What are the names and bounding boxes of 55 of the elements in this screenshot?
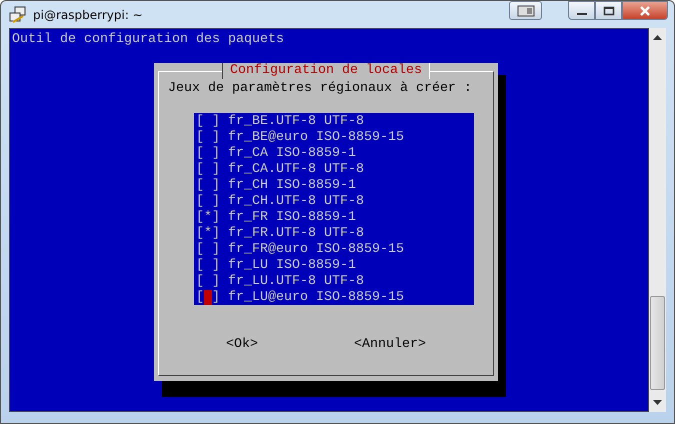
- dialog-prompt: Jeux de paramètres régionaux à créer :: [167, 80, 473, 97]
- scrollbar[interactable]: [649, 28, 666, 412]
- checkbox[interactable]: [ ]: [196, 162, 220, 177]
- locale-item[interactable]: [ ] fr_CH.UTF-8 UTF-8: [194, 194, 474, 210]
- checkbox[interactable]: [*]: [196, 226, 220, 241]
- close-button[interactable]: [622, 1, 668, 20]
- checkbox[interactable]: [ ]: [196, 258, 220, 273]
- maximize-button[interactable]: [595, 1, 622, 20]
- scroll-up-icon[interactable]: [653, 34, 662, 40]
- locale-item[interactable]: [*] fr_FR ISO-8859-1: [194, 210, 474, 226]
- locale-label: fr_LU@euro ISO-8859-15: [228, 290, 404, 305]
- locale-item[interactable]: [ ] fr_LU.UTF-8 UTF-8: [194, 274, 474, 290]
- locale-label: fr_CA ISO-8859-1: [228, 146, 356, 161]
- checkbox[interactable]: [ ]: [196, 178, 220, 193]
- checkbox[interactable]: [ ]: [196, 290, 220, 305]
- locale-label: fr_LU ISO-8859-1: [228, 258, 356, 273]
- checkbox[interactable]: [ ]: [196, 146, 220, 161]
- scroll-thumb[interactable]: [650, 296, 665, 390]
- locale-label: fr_FR.UTF-8 UTF-8: [228, 226, 364, 241]
- window-title: pi@raspberrypi: ~: [33, 8, 143, 22]
- window-option-icon: [516, 4, 534, 16]
- locale-label: fr_BE@euro ISO-8859-15: [228, 130, 404, 145]
- locale-label: fr_LU.UTF-8 UTF-8: [228, 274, 364, 289]
- locale-label: fr_CA.UTF-8 UTF-8: [228, 162, 364, 177]
- checkbox[interactable]: [*]: [196, 210, 220, 225]
- checkbox[interactable]: [ ]: [196, 274, 220, 289]
- close-icon: [638, 4, 652, 16]
- window-option-button[interactable]: [509, 1, 542, 20]
- minimize-button[interactable]: [568, 1, 595, 20]
- locale-label: fr_CH ISO-8859-1: [228, 178, 356, 193]
- dialog-button[interactable]: <Annuler>: [354, 337, 426, 353]
- locale-label: fr_CH.UTF-8 UTF-8: [228, 194, 364, 209]
- checkbox[interactable]: [ ]: [196, 130, 220, 145]
- locale-item[interactable]: [ ] fr_LU@euro ISO-8859-15: [194, 290, 474, 306]
- checkbox[interactable]: [ ]: [196, 114, 220, 129]
- checkbox[interactable]: [ ]: [196, 242, 220, 257]
- computers-icon: [9, 6, 27, 24]
- locale-item[interactable]: [ ] fr_LU ISO-8859-1: [194, 258, 474, 274]
- locale-item[interactable]: [ ] fr_FR@euro ISO-8859-15: [194, 242, 474, 258]
- minimize-icon: [576, 13, 586, 15]
- scroll-down-icon[interactable]: [653, 400, 662, 406]
- maximize-icon: [602, 6, 614, 16]
- locale-label: fr_BE.UTF-8 UTF-8: [228, 114, 364, 129]
- locale-item[interactable]: [ ] fr_BE@euro ISO-8859-15: [194, 130, 474, 146]
- dialog-button[interactable]: <Ok>: [226, 337, 258, 353]
- locale-item[interactable]: [ ] fr_CA.UTF-8 UTF-8: [194, 162, 474, 178]
- locale-label: fr_FR@euro ISO-8859-15: [228, 242, 404, 257]
- checkbox[interactable]: [ ]: [196, 194, 220, 209]
- locale-item[interactable]: [ ] fr_BE.UTF-8 UTF-8: [194, 114, 474, 130]
- dialog-title: Configuration de locales: [222, 63, 430, 79]
- terminal-header: Outil de configuration des paquets: [11, 31, 285, 48]
- locale-item[interactable]: [ ] fr_CH ISO-8859-1: [194, 178, 474, 194]
- locale-item[interactable]: [*] fr_FR.UTF-8 UTF-8: [194, 226, 474, 242]
- locale-item[interactable]: [ ] fr_CA ISO-8859-1: [194, 146, 474, 162]
- locale-label: fr_FR ISO-8859-1: [228, 210, 356, 225]
